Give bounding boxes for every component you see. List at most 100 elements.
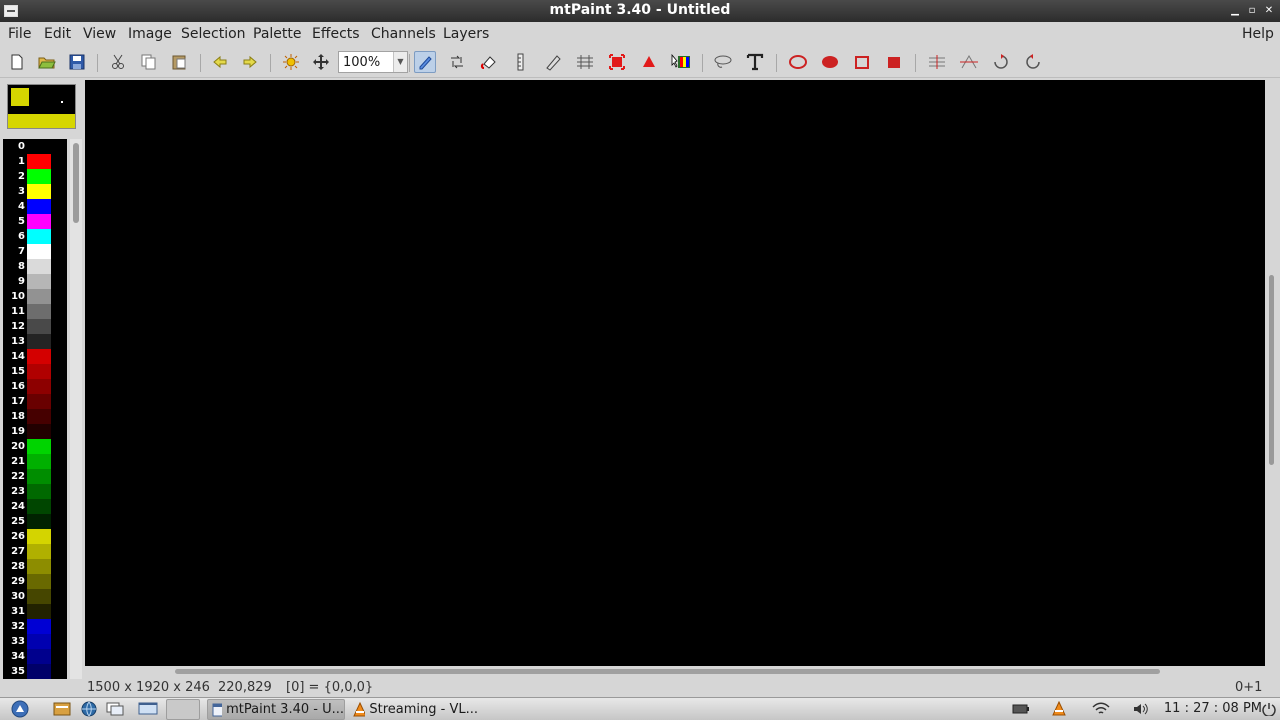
palette-entry[interactable]: 12 (3, 319, 67, 334)
filled-ellipse-icon[interactable] (819, 51, 841, 73)
palette-entry[interactable]: 7 (3, 244, 67, 259)
paint-icon[interactable] (414, 51, 436, 73)
palette-entry[interactable]: 32 (3, 619, 67, 634)
palette-swatch[interactable] (27, 139, 51, 154)
save-icon[interactable] (66, 51, 88, 73)
menu-selection[interactable]: Selection (181, 26, 246, 42)
power-icon[interactable] (1260, 701, 1278, 717)
palette-swatch[interactable] (27, 379, 51, 394)
filled-rect-icon[interactable] (883, 51, 905, 73)
palette-swatch[interactable] (27, 229, 51, 244)
palette-swatch[interactable] (27, 559, 51, 574)
palette-scroll-thumb[interactable] (73, 143, 79, 223)
palette-entry[interactable]: 3 (3, 184, 67, 199)
palette-swatch[interactable] (27, 439, 51, 454)
palette-entry[interactable]: 10 (3, 289, 67, 304)
palette-entry[interactable]: 4 (3, 199, 67, 214)
vertical-scrollbar[interactable] (1265, 80, 1280, 666)
palette-list[interactable]: 0 1 2 3 4 5 6 7 8 9 10 11 12 13 14 15 16 17 18 19 20 21 22 23 24… (3, 139, 67, 695)
menu-image[interactable]: Image (128, 26, 172, 42)
flip-horizontal-icon[interactable] (958, 51, 980, 73)
palette-entry[interactable]: 24 (3, 499, 67, 514)
horizontal-scroll-thumb[interactable] (175, 669, 1160, 674)
clock[interactable]: 11 : 27 : 08 PM (1164, 701, 1262, 716)
palette-swatch[interactable] (27, 319, 51, 334)
line-icon[interactable] (510, 51, 532, 73)
palette-entry[interactable]: 27 (3, 544, 67, 559)
palette-swatch[interactable] (27, 604, 51, 619)
move-icon[interactable] (310, 51, 332, 73)
palette-entry[interactable]: 5 (3, 214, 67, 229)
gradient-icon[interactable] (670, 51, 692, 73)
vertical-scroll-thumb[interactable] (1269, 275, 1274, 465)
palette-swatch[interactable] (27, 409, 51, 424)
palette-entry[interactable]: 35 (3, 664, 67, 679)
palette-swatch[interactable] (27, 349, 51, 364)
vlc-tray-icon[interactable] (1050, 701, 1068, 717)
cut-icon[interactable] (107, 51, 129, 73)
palette-entry[interactable]: 15 (3, 364, 67, 379)
palette-entry[interactable]: 18 (3, 409, 67, 424)
palette-entry[interactable]: 21 (3, 454, 67, 469)
text-icon[interactable] (744, 51, 766, 73)
palette-swatch[interactable] (27, 529, 51, 544)
palette-entry[interactable]: 2 (3, 169, 67, 184)
palette-entry[interactable]: 22 (3, 469, 67, 484)
palette-swatch[interactable] (27, 469, 51, 484)
palette-swatch[interactable] (27, 199, 51, 214)
palette-swatch[interactable] (27, 169, 51, 184)
menu-effects[interactable]: Effects (312, 26, 360, 42)
outline-rect-icon[interactable] (851, 51, 873, 73)
palette-entry[interactable]: 34 (3, 649, 67, 664)
palette-swatch[interactable] (27, 259, 51, 274)
outline-ellipse-icon[interactable] (787, 51, 809, 73)
flip-vertical-icon[interactable] (926, 51, 948, 73)
menu-help[interactable]: Help (1242, 26, 1274, 42)
horizontal-scrollbar[interactable] (85, 666, 1265, 678)
palette-swatch[interactable] (27, 274, 51, 289)
foreground-swatch[interactable] (11, 88, 29, 106)
palette-swatch[interactable] (27, 289, 51, 304)
palette-entry[interactable]: 11 (3, 304, 67, 319)
palette-entry[interactable]: 8 (3, 259, 67, 274)
rotate-left-icon[interactable] (990, 51, 1012, 73)
palette-entry[interactable]: 29 (3, 574, 67, 589)
minimize-button[interactable]: ▁ (1228, 4, 1242, 18)
lasso-icon[interactable] (712, 51, 734, 73)
palette-entry[interactable]: 6 (3, 229, 67, 244)
palette-entry[interactable]: 16 (3, 379, 67, 394)
palette-swatch[interactable] (27, 634, 51, 649)
palette-entry[interactable]: 13 (3, 334, 67, 349)
palette-entry[interactable]: 0 (3, 139, 67, 154)
palette-swatch[interactable] (27, 514, 51, 529)
undo-icon[interactable] (209, 51, 231, 73)
copy-icon[interactable] (138, 51, 160, 73)
palette-entry[interactable]: 14 (3, 349, 67, 364)
palette-entry[interactable]: 19 (3, 424, 67, 439)
palette-scrollbar[interactable] (70, 139, 82, 695)
battery-icon[interactable] (1012, 701, 1030, 717)
palette-swatch[interactable] (27, 649, 51, 664)
palette-entry[interactable]: 1 (3, 154, 67, 169)
zoom-select[interactable]: 100% ▼ (338, 51, 408, 73)
palette-swatch[interactable] (27, 304, 51, 319)
menu-file[interactable]: File (8, 26, 31, 42)
menu-edit[interactable]: Edit (44, 26, 71, 42)
pattern-preview[interactable] (8, 114, 75, 128)
select-rectangle-icon[interactable] (606, 51, 628, 73)
palette-swatch[interactable] (27, 364, 51, 379)
palette-swatch[interactable] (27, 184, 51, 199)
paste-icon[interactable] (168, 51, 190, 73)
palette-entry[interactable]: 33 (3, 634, 67, 649)
palette-entry[interactable]: 31 (3, 604, 67, 619)
palette-entry[interactable]: 30 (3, 589, 67, 604)
color-preview[interactable] (7, 84, 76, 129)
task-vlc[interactable]: Streaming - VL... (347, 699, 479, 720)
palette-entry[interactable]: 26 (3, 529, 67, 544)
palette-swatch[interactable] (27, 424, 51, 439)
palette-entry[interactable]: 23 (3, 484, 67, 499)
palette-swatch[interactable] (27, 664, 51, 679)
polygon-select-icon[interactable] (638, 51, 660, 73)
desktop-icon[interactable] (138, 701, 158, 717)
volume-icon[interactable] (1132, 701, 1150, 717)
